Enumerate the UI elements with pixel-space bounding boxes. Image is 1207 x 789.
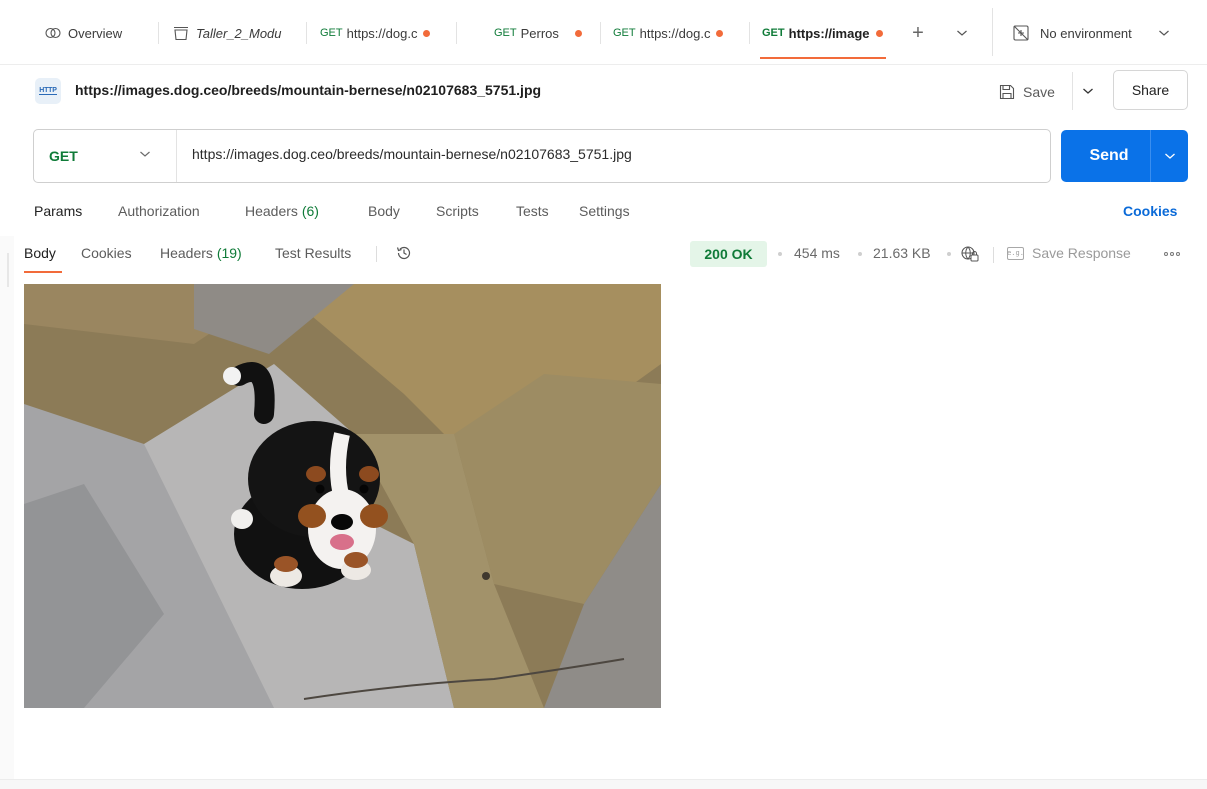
method-label: GET bbox=[613, 27, 636, 39]
tab-divider bbox=[158, 22, 159, 44]
cookies-link[interactable]: Cookies bbox=[1123, 203, 1177, 219]
url-input[interactable] bbox=[192, 146, 1032, 162]
overview-icon bbox=[45, 27, 61, 39]
http-icon: HTTP bbox=[35, 78, 61, 104]
response-gutter bbox=[0, 236, 14, 789]
tab-scripts[interactable]: Scripts bbox=[436, 203, 479, 219]
url-bar: GET bbox=[33, 129, 1051, 183]
response-image bbox=[24, 284, 661, 708]
response-tab-body[interactable]: Body bbox=[24, 245, 56, 261]
method-value: GET bbox=[49, 148, 78, 164]
tabbar-border bbox=[0, 64, 1207, 65]
send-button[interactable]: Send bbox=[1061, 130, 1157, 182]
method-select[interactable]: GET bbox=[34, 130, 177, 182]
tab-request[interactable]: GET Perros bbox=[494, 20, 594, 46]
meta-separator bbox=[858, 252, 862, 256]
status-bar bbox=[0, 779, 1207, 789]
tab-headers-label: Headers bbox=[245, 203, 298, 219]
save-response-button[interactable]: e.g. Save Response bbox=[1007, 245, 1131, 261]
save-response-icon: e.g. bbox=[1007, 246, 1024, 260]
chevron-down-icon bbox=[1083, 88, 1093, 94]
share-button[interactable]: Share bbox=[1113, 70, 1188, 110]
chevron-down-icon bbox=[1158, 30, 1169, 36]
headers-count: (6) bbox=[301, 203, 319, 219]
tab-label: https://dog.c bbox=[639, 25, 711, 41]
response-tab-headers[interactable]: Headers (19) bbox=[160, 245, 242, 261]
unsaved-dot bbox=[875, 29, 883, 37]
collection-icon bbox=[174, 26, 188, 41]
tab-request-active[interactable]: GET https://image bbox=[762, 20, 892, 46]
send-options-button[interactable] bbox=[1150, 130, 1188, 182]
active-tab-indicator bbox=[760, 57, 886, 59]
plus-icon: + bbox=[912, 21, 924, 44]
meta-divider bbox=[993, 247, 994, 263]
save-label: Save bbox=[1023, 84, 1055, 100]
tab-collection[interactable]: Taller_2_Modu bbox=[172, 20, 290, 46]
response-tab-test-results[interactable]: Test Results bbox=[275, 245, 351, 261]
chevron-down-icon bbox=[1164, 153, 1175, 159]
tab-request[interactable]: GET https://dog.c bbox=[320, 20, 450, 46]
method-label: GET bbox=[320, 27, 343, 39]
environment-label: No environment bbox=[1040, 25, 1132, 41]
response-headers-count: (19) bbox=[216, 245, 242, 261]
no-environment-icon bbox=[1013, 25, 1029, 41]
active-response-tab-indicator bbox=[24, 271, 62, 273]
save-button[interactable]: Save bbox=[998, 78, 1055, 106]
unsaved-dot bbox=[574, 29, 582, 37]
tab-settings[interactable]: Settings bbox=[579, 203, 630, 219]
meta-separator bbox=[778, 252, 782, 256]
unsaved-dot bbox=[423, 29, 431, 37]
tab-request[interactable]: GET https://dog.c bbox=[613, 20, 743, 46]
request-title[interactable]: https://images.dog.ceo/breeds/mountain-b… bbox=[75, 82, 541, 98]
tab-authorization[interactable]: Authorization bbox=[118, 203, 200, 219]
tab-label: Taller_2_Modu bbox=[196, 25, 282, 41]
tab-body[interactable]: Body bbox=[368, 203, 400, 219]
request-header: HTTP https://images.dog.ceo/breeds/mount… bbox=[0, 66, 1207, 116]
tab-list-dropdown[interactable] bbox=[954, 20, 970, 46]
tab-divider bbox=[600, 22, 601, 44]
save-divider bbox=[1072, 72, 1073, 110]
tab-tests[interactable]: Tests bbox=[516, 203, 549, 219]
meta-separator bbox=[947, 252, 951, 256]
save-options-button[interactable] bbox=[1080, 80, 1096, 102]
tab-headers[interactable]: Headers (6) bbox=[245, 203, 319, 219]
save-response-label: Save Response bbox=[1032, 245, 1131, 261]
tab-label: https://dog.c bbox=[346, 25, 418, 41]
tab-divider bbox=[306, 22, 307, 44]
resize-handle[interactable] bbox=[7, 253, 9, 287]
status-badge[interactable]: 200 OK bbox=[690, 241, 767, 267]
tab-label: Overview bbox=[68, 25, 123, 41]
tab-params[interactable]: Params bbox=[34, 203, 82, 219]
network-globe-icon[interactable] bbox=[960, 245, 980, 263]
tab-divider bbox=[992, 8, 993, 56]
tab-label: Perros bbox=[520, 25, 559, 41]
response-tab-cookies[interactable]: Cookies bbox=[81, 245, 132, 261]
unsaved-dot bbox=[716, 29, 724, 37]
new-tab-button[interactable]: + bbox=[908, 20, 928, 46]
history-icon[interactable] bbox=[395, 244, 413, 262]
environment-selector[interactable]: No environment bbox=[1012, 20, 1192, 46]
chevron-down-icon bbox=[957, 30, 967, 36]
tab-bar: Overview Taller_2_Modu GET https://dog.c… bbox=[0, 0, 1207, 64]
method-label: GET bbox=[494, 27, 517, 39]
response-time[interactable]: 454 ms bbox=[794, 245, 840, 261]
response-headers-label: Headers bbox=[160, 245, 213, 261]
response-size[interactable]: 21.63 KB bbox=[873, 245, 931, 261]
method-label: GET bbox=[762, 27, 785, 39]
tab-overview[interactable]: Overview bbox=[44, 20, 144, 46]
http-badge-text: HTTP bbox=[39, 87, 57, 95]
chevron-down-icon bbox=[139, 149, 151, 161]
save-icon bbox=[999, 84, 1015, 100]
tab-label: https://image bbox=[788, 25, 870, 41]
response-tabs-divider bbox=[376, 246, 377, 262]
tab-divider bbox=[749, 22, 750, 44]
more-options-icon[interactable] bbox=[1164, 252, 1180, 256]
tab-divider bbox=[456, 22, 457, 44]
